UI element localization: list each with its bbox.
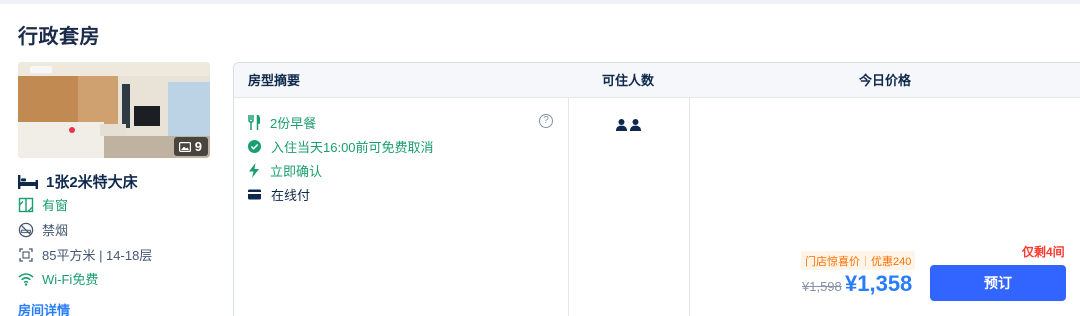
photo-count-badge[interactable]: 9 xyxy=(173,137,208,156)
promo-badge: 门店惊喜价 优惠240 xyxy=(801,251,916,270)
perk-payment: 在线付 xyxy=(248,185,310,204)
no-smoking-icon xyxy=(18,222,34,237)
confirm-label: 立即确认 xyxy=(270,164,323,179)
lightning-icon xyxy=(249,163,259,178)
credit-card-icon xyxy=(248,189,261,200)
area-icon xyxy=(19,247,33,262)
header-occupancy: 可住人数 xyxy=(602,73,655,88)
rooms-remaining: 仅剩4间 xyxy=(1022,245,1065,259)
window-icon xyxy=(18,197,34,212)
person-icon xyxy=(630,119,641,131)
area-floor-label: 85平方米 | 14-18层 xyxy=(42,248,153,263)
column-divider xyxy=(689,98,690,316)
cutlery-icon xyxy=(248,115,260,130)
perk-cancellation: 入住当天16:00前可免费取消 xyxy=(248,137,434,156)
bed-icon xyxy=(18,174,38,189)
cancellation-label: 入住当天16:00前可免费取消 xyxy=(271,140,434,155)
rate-table: 房型摘要 可住人数 今日价格 2份早餐 ? 入住当天16:00前可免费取消 立即… xyxy=(233,62,1080,316)
feature-window: 有窗 xyxy=(18,195,68,214)
room-photo[interactable]: 9 xyxy=(18,62,210,158)
header-price: 今日价格 xyxy=(859,73,912,88)
wifi-label: Wi-Fi免费 xyxy=(42,272,99,287)
discount-label: 优惠240 xyxy=(871,255,912,268)
original-price: ¥1,598 xyxy=(802,279,842,294)
book-button[interactable]: 预订 xyxy=(930,265,1066,301)
promo-divider xyxy=(865,255,866,266)
bed-type: 1张2米特大床 xyxy=(46,174,138,191)
smoking-label: 禁烟 xyxy=(42,223,69,238)
feature-smoking: 禁烟 xyxy=(18,220,68,239)
header-summary: 房型摘要 xyxy=(248,73,301,88)
help-icon[interactable]: ? xyxy=(539,114,553,128)
breakfast-label: 2份早餐 xyxy=(270,116,317,131)
feature-wifi: Wi-Fi免费 xyxy=(18,269,98,288)
bed-info: 1张2米特大床 xyxy=(18,171,138,192)
perk-breakfast: 2份早餐 xyxy=(248,113,316,132)
feature-area-floor: 85平方米 | 14-18层 xyxy=(18,245,152,264)
person-icon xyxy=(616,119,627,131)
room-title: 行政套房 xyxy=(18,26,100,48)
photo-count: 9 xyxy=(194,139,202,154)
current-price: ¥1,358 xyxy=(845,271,913,296)
image-icon xyxy=(178,141,191,152)
occupancy-guests xyxy=(616,119,641,131)
room-details-link[interactable]: 房间详情 xyxy=(18,300,70,316)
check-circle-icon xyxy=(248,140,261,153)
table-header: 房型摘要 可住人数 今日价格 xyxy=(234,63,1080,98)
window-label: 有窗 xyxy=(42,198,69,213)
top-divider xyxy=(0,0,1080,4)
promo-label: 门店惊喜价 xyxy=(805,255,860,268)
perk-instant-confirm: 立即确认 xyxy=(248,161,322,180)
column-divider xyxy=(568,98,569,316)
wifi-icon xyxy=(18,272,34,286)
payment-label: 在线付 xyxy=(271,188,311,203)
